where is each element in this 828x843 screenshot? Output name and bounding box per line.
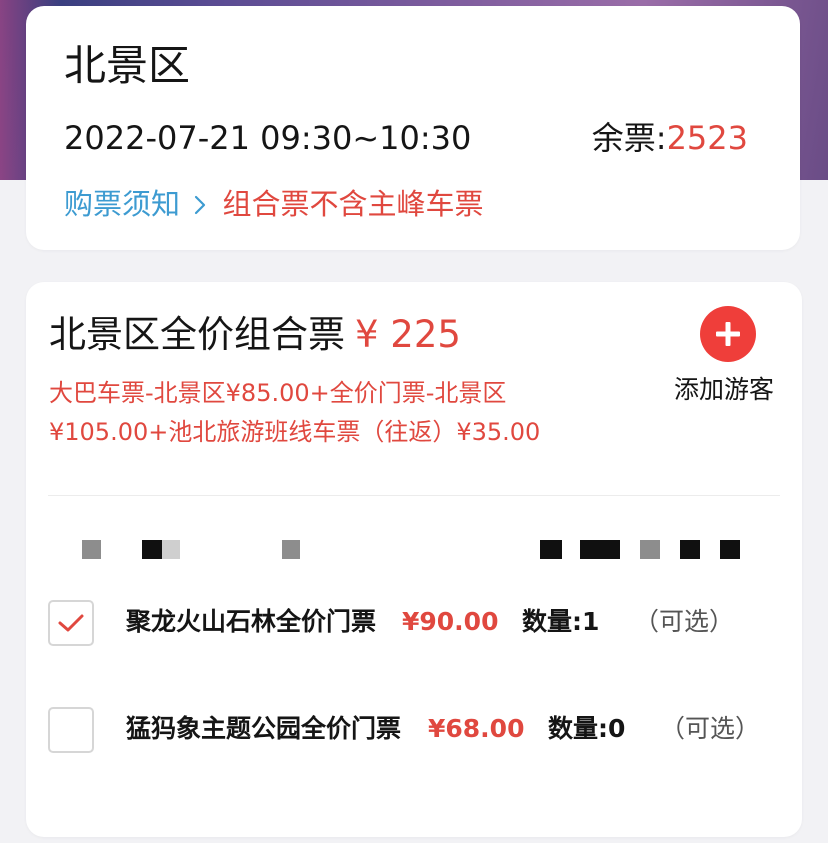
addon-checkbox-checked[interactable] (48, 600, 94, 646)
add-visitor-button[interactable] (700, 306, 756, 362)
addon-checkbox-unchecked[interactable] (48, 707, 94, 753)
addon-price: ¥68.00 (428, 714, 525, 743)
redacted-block (82, 540, 101, 559)
remaining-tickets: 余票:2523 (592, 118, 748, 158)
session-time-range: 2022-07-21 09:30~10:30 (64, 119, 472, 157)
chevron-right-icon[interactable] (184, 187, 216, 221)
package-price: ¥ 225 (355, 313, 461, 356)
package-title-row: 北景区全价组合票 ¥ 225 (49, 312, 461, 358)
addon-price: ¥90.00 (402, 607, 499, 636)
session-info-card: 北景区 2022-07-21 09:30~10:30 余票:2523 购票须知 … (26, 6, 800, 250)
section-divider (48, 495, 780, 496)
addon-quantity: 数量:0 (548, 714, 626, 743)
addon-optional-tag: （可选） (634, 607, 735, 636)
addon-optional-tag: （可选） (660, 714, 761, 743)
redacted-block (720, 540, 740, 559)
addon-name: 猛犸象主题公园全价门票 (126, 714, 402, 743)
addon-name: 聚龙火山石林全价门票 (126, 607, 377, 636)
addon-option-row[interactable]: 猛犸象主题公园全价门票 ¥68.00 数量:0 （可选） (48, 707, 788, 757)
redacted-block (142, 540, 162, 559)
remaining-count: 2523 (666, 119, 748, 157)
redacted-block (282, 540, 300, 559)
package-title: 北景区全价组合票 (49, 313, 345, 356)
package-card: 北景区全价组合票 ¥ 225 大巴车票-北景区¥85.00+全价门票-北景区¥10… (26, 282, 802, 837)
redacted-block (540, 540, 562, 559)
area-title: 北景区 (64, 41, 191, 90)
addon-quantity: 数量:1 (522, 607, 600, 636)
redacted-block (162, 540, 180, 559)
redacted-block (680, 540, 700, 559)
package-description: 大巴车票-北景区¥85.00+全价门票-北景区¥105.00+池北旅游班线车票（… (49, 379, 541, 446)
redacted-block (580, 540, 620, 559)
plus-circle-icon (716, 322, 740, 346)
purchase-notice-link[interactable]: 购票须知 (64, 187, 180, 221)
remaining-label: 余票: (591, 119, 667, 157)
add-visitor-label[interactable]: 添加游客 (674, 372, 774, 408)
addon-option-row[interactable]: 聚龙火山石林全价门票 ¥90.00 数量:1 （可选） (48, 600, 788, 650)
redacted-block (640, 540, 660, 559)
checkmark-icon (58, 614, 84, 632)
notice-row: 购票须知 组合票不含主峰车票 (64, 184, 483, 224)
combo-warning-text: 组合票不含主峰车票 (222, 187, 484, 221)
